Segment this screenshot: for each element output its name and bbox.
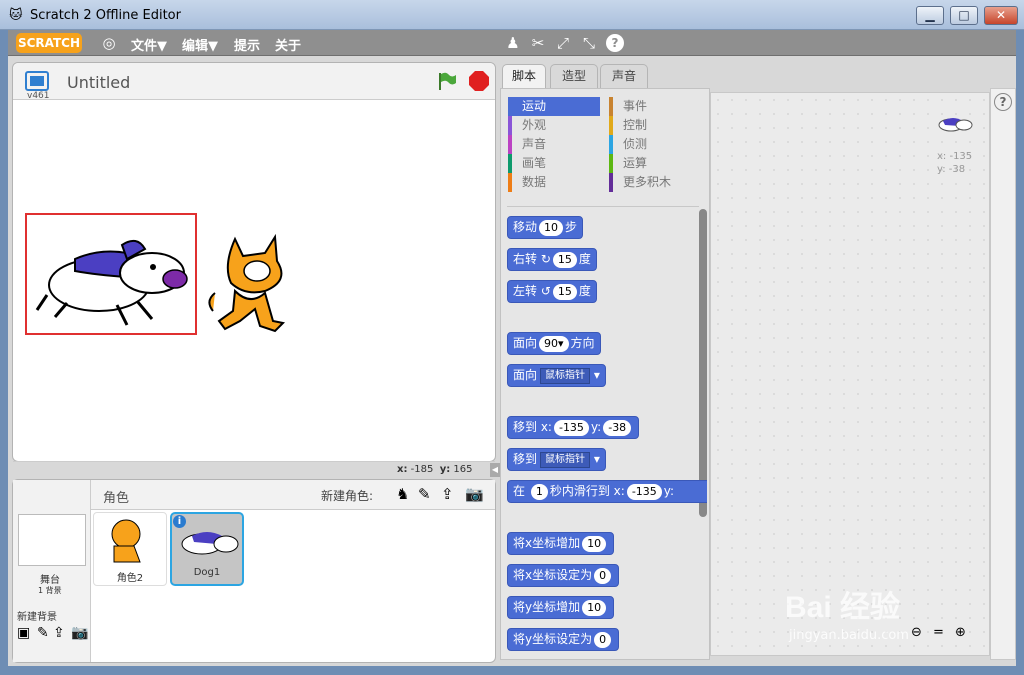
category-events[interactable]: 事件 xyxy=(609,97,701,116)
project-title[interactable]: Untitled xyxy=(67,73,130,92)
sprite-library-icon[interactable]: ♞ xyxy=(396,485,409,503)
block-point-direction[interactable]: 面向 90▾ 方向 xyxy=(507,332,601,355)
category-control[interactable]: 控制 xyxy=(609,116,701,135)
paint-backdrop-icon[interactable]: ✎ xyxy=(37,625,49,641)
sprite-thumb-dog1[interactable]: i Dog1 xyxy=(170,512,244,586)
block-point-towards[interactable]: 面向 鼠标指针 ▾ xyxy=(507,364,606,387)
scratch-logo[interactable]: SCRATCH xyxy=(16,33,82,53)
block-turn-right[interactable]: 右转 ↻ 15 度 xyxy=(507,248,597,271)
stage-divider xyxy=(13,461,495,462)
block-glide[interactable]: 在 1 秒内滑行到 x: -135 y: xyxy=(507,480,707,503)
mouse-coords: x: -185 y: 165 xyxy=(397,464,473,475)
new-sprite-label: 新建角色: xyxy=(321,489,374,503)
block-goto-xy[interactable]: 移到 x: -135 y: -38 xyxy=(507,416,640,439)
category-operators[interactable]: 运算 xyxy=(609,154,701,173)
grow-icon[interactable]: ⤢ xyxy=(554,34,572,52)
block-list: 移动 10 步 右转 ↻ 15 度 左转 ↺ 15 度 面向 90▾ 方向 面向 鼠标指针 ▾ 移… xyxy=(507,216,707,656)
block-change-y[interactable]: 将y坐标增加 10 xyxy=(507,596,615,619)
shrink-icon[interactable]: ⤡ xyxy=(580,34,598,52)
collapse-stage-icon[interactable]: ◀ xyxy=(490,463,500,477)
dog1-sprite[interactable] xyxy=(27,215,195,333)
globe-icon[interactable]: ◎ xyxy=(100,34,118,52)
delete-icon[interactable]: ✂ xyxy=(529,34,547,52)
sprite-x-readout: x: -135 xyxy=(937,151,973,162)
camera-backdrop-icon[interactable]: 📷 xyxy=(71,625,88,641)
category-sound[interactable]: 声音 xyxy=(508,135,600,154)
zoom-out-icon[interactable]: ⊖ xyxy=(911,625,922,640)
category-looks[interactable]: 外观 xyxy=(508,116,600,135)
block-turn-left[interactable]: 左转 ↺ 15 度 xyxy=(507,280,597,303)
stage-panel: v461 Untitled xyxy=(12,62,496,462)
close-button[interactable]: ✕ xyxy=(984,6,1018,25)
category-data[interactable]: 数据 xyxy=(508,173,600,192)
palette-divider xyxy=(507,206,699,207)
category-sensing[interactable]: 侦测 xyxy=(609,135,701,154)
block-set-x[interactable]: 将x坐标设定为 0 xyxy=(507,564,620,587)
baidu-watermark: Bai 经验 xyxy=(785,591,901,624)
green-flag-icon[interactable] xyxy=(437,71,457,91)
version-label: v461 xyxy=(27,91,50,101)
upload-sprite-icon[interactable]: ⇪ xyxy=(441,485,454,503)
category-more-blocks[interactable]: 更多积木 xyxy=(609,173,701,192)
menu-file[interactable]: 文件▼ xyxy=(131,35,167,54)
cat-sprite[interactable] xyxy=(205,231,300,335)
dog-sprite-highlight xyxy=(25,213,197,335)
fullscreen-icon[interactable] xyxy=(25,71,49,91)
help-icon[interactable]: ? xyxy=(606,34,624,52)
menu-bar: SCRATCH ◎ 文件▼ 编辑▼ 提示 关于 ♟ ✂ ⤢ ⤡ ? xyxy=(8,30,1016,56)
new-backdrop-label: 新建背景 xyxy=(17,612,57,623)
category-pen[interactable]: 画笔 xyxy=(508,154,600,173)
zoom-reset-icon[interactable]: = xyxy=(933,625,944,640)
sprite-pane-header xyxy=(91,480,495,510)
upload-backdrop-icon[interactable]: ⇪ xyxy=(53,625,65,641)
help-icon[interactable]: ? xyxy=(994,93,1012,111)
block-set-y[interactable]: 将y坐标设定为 0 xyxy=(507,628,620,651)
dog1-sprite-preview xyxy=(938,118,973,132)
baidu-watermark-url: jingyan.baidu.com xyxy=(789,628,909,643)
maximize-button[interactable]: □ xyxy=(950,6,978,25)
menu-tips[interactable]: 提示 xyxy=(234,35,260,54)
help-sidebar: ? xyxy=(990,88,1016,660)
duplicate-icon[interactable]: ♟ xyxy=(504,34,522,52)
zoom-in-icon[interactable]: ⊕ xyxy=(955,625,966,640)
category-column-left: 运动 外观 声音 画笔 数据 xyxy=(508,97,600,192)
scripts-area[interactable]: x: -135 y: -38 ⊖ = ⊕ xyxy=(710,92,990,656)
block-move[interactable]: 移动 10 步 xyxy=(507,216,584,239)
minimize-button[interactable]: ▁ xyxy=(916,6,944,25)
tab-sounds[interactable]: 声音 xyxy=(600,64,648,88)
window-title: Scratch 2 Offline Editor xyxy=(30,8,181,23)
menu-about[interactable]: 关于 xyxy=(275,35,301,54)
category-column-right: 事件 控制 侦测 运算 更多积木 xyxy=(609,97,701,192)
sprite-thumb-cat[interactable]: 角色2 xyxy=(93,512,167,586)
paint-sprite-icon[interactable]: ✎ xyxy=(418,485,431,503)
sprite-name: Dog1 xyxy=(193,567,221,578)
stage-thumbnail[interactable] xyxy=(18,514,86,566)
sprites-header: 角色 xyxy=(103,491,130,506)
camera-sprite-icon[interactable]: 📷 xyxy=(465,485,484,503)
info-icon[interactable]: i xyxy=(173,515,186,528)
sprite-name: 角色2 xyxy=(116,573,144,584)
menu-edit[interactable]: 编辑▼ xyxy=(182,35,218,54)
app-cat-icon: 🐱 xyxy=(9,8,23,23)
tab-costumes[interactable]: 造型 xyxy=(550,64,598,88)
block-goto[interactable]: 移到 鼠标指针 ▾ xyxy=(507,448,606,471)
tab-scripts[interactable]: 脚本 xyxy=(502,64,546,89)
backdrop-library-icon[interactable]: ▣ xyxy=(17,625,30,641)
block-change-x[interactable]: 将x坐标增加 10 xyxy=(507,532,615,555)
stage-label: 舞台 xyxy=(40,575,60,586)
sprite-pane: 角色 新建角色: ♞ ✎ ⇪ 📷 舞台 1 背景 新建背景 ▣ ✎ ⇪ 📷 角色… xyxy=(12,479,496,663)
backdrop-count: 1 背景 xyxy=(38,586,62,595)
category-motion[interactable]: 运动 xyxy=(508,97,600,116)
title-bar: 🐱 Scratch 2 Offline Editor ▁ □ ✕ xyxy=(0,0,1024,30)
stop-icon[interactable] xyxy=(469,71,489,91)
sprite-y-readout: y: -38 xyxy=(937,164,966,175)
